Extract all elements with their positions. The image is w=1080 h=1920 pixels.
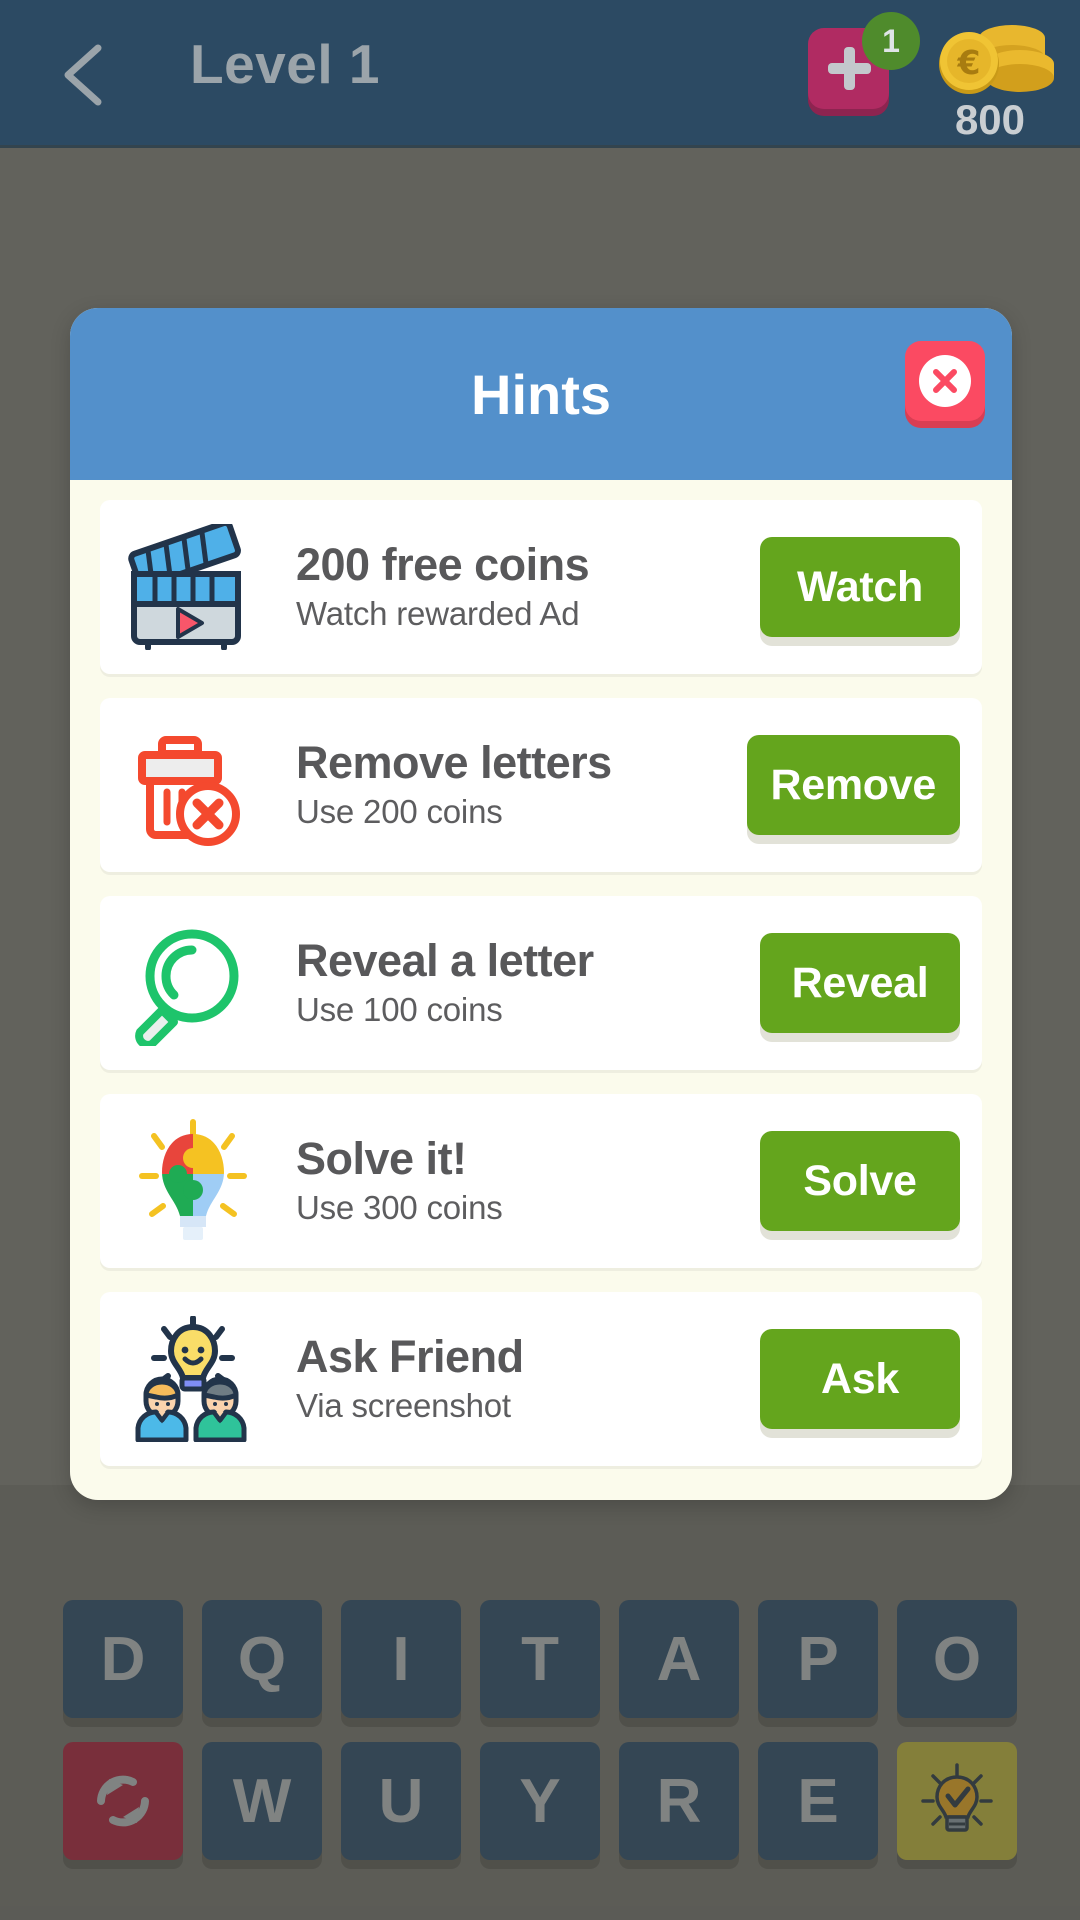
hint-icon-wrapper: [118, 1309, 268, 1449]
close-x-icon: [933, 369, 957, 393]
game-screen: Level 1 1 € 800 D Q I T A P O W U Y R E …: [0, 0, 1080, 1920]
coin-counter[interactable]: € 800: [920, 16, 1060, 144]
hint-icon-wrapper: [118, 913, 268, 1053]
magnifier-search-icon: [135, 929, 239, 1046]
hints-dialog: Hints 200 free coins Watch rewarded Ad W…: [70, 308, 1012, 1500]
close-button-circle: [919, 355, 971, 407]
svg-text:€: €: [957, 43, 981, 82]
hint-title: Solve it!: [296, 1132, 467, 1184]
page-title: Level 1: [190, 33, 381, 95]
ask-button[interactable]: Ask: [760, 1329, 960, 1429]
list-item: Ask Friend Via screenshot Ask: [100, 1292, 982, 1466]
back-button[interactable]: [48, 38, 122, 112]
hint-icon-wrapper: [118, 517, 268, 657]
close-button[interactable]: [905, 341, 985, 421]
add-coins-badge: 1: [862, 12, 920, 70]
hint-text-block: Remove letters Use 200 coins: [268, 736, 747, 832]
hint-title: 200 free coins: [296, 538, 590, 590]
plus-icon-horizontal: [828, 63, 871, 74]
hints-dialog-title: Hints: [471, 362, 611, 426]
hint-subtitle: Use 200 coins: [296, 793, 503, 831]
hint-subtitle: Use 300 coins: [296, 1189, 503, 1227]
hints-dialog-header: Hints: [70, 308, 1012, 480]
list-item: 200 free coins Watch rewarded Ad Watch: [100, 500, 982, 674]
coin-amount: 800: [954, 96, 1026, 143]
hint-subtitle: Watch rewarded Ad: [296, 595, 580, 633]
hint-icon-wrapper: [118, 1111, 268, 1251]
list-item: Remove letters Use 200 coins Remove: [100, 698, 982, 872]
hint-subtitle: Via screenshot: [296, 1387, 511, 1425]
hints-list: 200 free coins Watch rewarded Ad Watch R…: [70, 480, 1012, 1500]
top-bar: Level 1 1 € 800: [0, 0, 1080, 148]
hint-text-block: 200 free coins Watch rewarded Ad: [268, 538, 760, 634]
hint-title: Reveal a letter: [296, 934, 594, 986]
list-item: Solve it! Use 300 coins Solve: [100, 1094, 982, 1268]
remove-button[interactable]: Remove: [746, 735, 960, 835]
hint-subtitle: Use 100 coins: [296, 991, 503, 1029]
watch-button[interactable]: Watch: [760, 537, 960, 637]
hint-text-block: Solve it! Use 300 coins: [268, 1132, 760, 1228]
solve-button[interactable]: Solve: [760, 1131, 960, 1231]
clapperboard-video-icon: [128, 524, 241, 650]
coin-stack-icon: €: [939, 25, 1054, 94]
chevron-left-icon: [64, 44, 102, 106]
hint-text-block: Reveal a letter Use 100 coins: [268, 934, 760, 1030]
hint-icon-wrapper: [118, 715, 268, 855]
hint-text-block: Ask Friend Via screenshot: [268, 1330, 760, 1426]
list-item: Reveal a letter Use 100 coins Reveal: [100, 896, 982, 1070]
hint-title: Remove letters: [296, 736, 612, 788]
puzzle-lightbulb-icon: [139, 1119, 247, 1240]
trash-delete-icon: [138, 736, 240, 846]
hint-title: Ask Friend: [296, 1330, 524, 1382]
reveal-button[interactable]: Reveal: [760, 933, 960, 1033]
friends-idea-icon: [135, 1316, 247, 1442]
